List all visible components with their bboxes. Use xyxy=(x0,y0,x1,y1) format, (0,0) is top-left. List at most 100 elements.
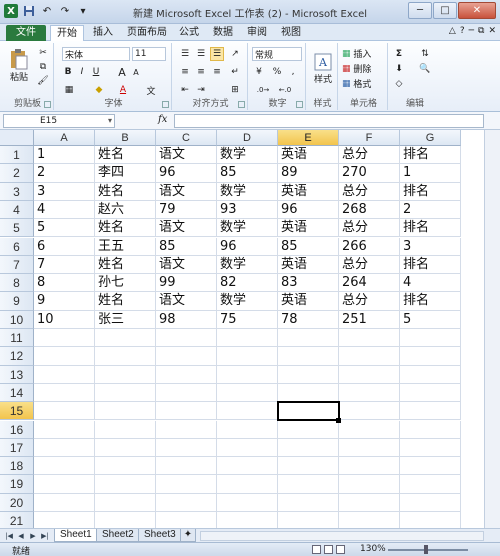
column-header[interactable]: C xyxy=(156,130,217,146)
cell[interactable]: 78 xyxy=(278,310,339,329)
cell[interactable] xyxy=(156,383,217,403)
cell[interactable]: 语文 xyxy=(156,219,217,238)
cell[interactable]: 270 xyxy=(339,164,400,183)
row-header[interactable]: 21 xyxy=(0,512,34,528)
cell[interactable] xyxy=(95,475,156,494)
cell[interactable] xyxy=(339,493,400,512)
cut-icon[interactable]: ✂ xyxy=(36,47,50,59)
cell[interactable] xyxy=(34,402,95,421)
fill-icon[interactable]: ⬇ xyxy=(392,62,406,75)
cell[interactable]: 总分 xyxy=(339,146,400,165)
cell[interactable] xyxy=(217,365,278,384)
row-header[interactable]: 3 xyxy=(0,182,34,201)
decrease-indent-icon[interactable]: ⇤ xyxy=(178,83,192,97)
cell[interactable] xyxy=(278,420,339,439)
first-sheet-icon[interactable]: |◀ xyxy=(4,531,14,541)
cell[interactable] xyxy=(400,383,461,403)
cell[interactable]: 姓名 xyxy=(95,182,156,201)
cell[interactable] xyxy=(156,438,217,458)
cell[interactable] xyxy=(95,438,156,458)
column-header[interactable]: A xyxy=(34,130,95,146)
horizontal-scrollbar[interactable] xyxy=(200,531,484,541)
cell[interactable] xyxy=(278,347,339,366)
column-header[interactable]: B xyxy=(95,130,156,146)
row-header[interactable]: 19 xyxy=(0,475,34,494)
cell[interactable] xyxy=(217,475,278,494)
tab-data[interactable]: 数据 xyxy=(208,25,238,41)
comma-button[interactable]: , xyxy=(286,65,300,79)
column-header[interactable]: D xyxy=(217,130,278,146)
row-header[interactable]: 20 xyxy=(0,493,34,512)
cell[interactable]: 姓名 xyxy=(95,255,156,275)
orientation-icon[interactable]: ↗ xyxy=(228,47,242,61)
cell[interactable]: 75 xyxy=(217,310,278,329)
zoom-level[interactable]: 130% xyxy=(360,544,386,554)
cell[interactable]: 82 xyxy=(217,274,278,293)
cell[interactable]: 10 xyxy=(34,310,95,329)
cell[interactable] xyxy=(278,457,339,476)
row-header[interactable]: 14 xyxy=(0,383,34,403)
cell[interactable]: 英语 xyxy=(278,182,339,201)
cell[interactable] xyxy=(400,512,461,528)
minimize-button[interactable]: ─ xyxy=(408,2,432,19)
cell[interactable]: 张三 xyxy=(95,310,156,329)
cell[interactable]: 英语 xyxy=(278,292,339,311)
autosum-button[interactable]: Σ xyxy=(392,47,406,60)
cell[interactable] xyxy=(400,475,461,494)
row-header[interactable]: 18 xyxy=(0,457,34,476)
minimize-ribbon-icon[interactable]: △ xyxy=(449,26,456,36)
cell[interactable]: 251 xyxy=(339,310,400,329)
cell[interactable]: 姓名 xyxy=(95,292,156,311)
cell[interactable] xyxy=(339,347,400,366)
cell[interactable]: 266 xyxy=(339,237,400,256)
cell[interactable]: 语文 xyxy=(156,146,217,165)
cell[interactable]: 96 xyxy=(156,164,217,183)
cell[interactable]: 数学 xyxy=(217,182,278,201)
insert-function-button[interactable]: fx xyxy=(158,114,167,125)
cell[interactable] xyxy=(34,475,95,494)
page-break-view-icon[interactable] xyxy=(336,545,345,554)
cell[interactable]: 3 xyxy=(400,237,461,256)
column-header[interactable]: F xyxy=(339,130,400,146)
tab-formulas[interactable]: 公式 xyxy=(174,25,204,41)
row-header[interactable]: 12 xyxy=(0,347,34,366)
align-top-icon[interactable]: ☰ xyxy=(178,47,192,61)
cell[interactable]: 英语 xyxy=(278,146,339,165)
cell[interactable]: 2 xyxy=(34,164,95,183)
format-cells-button[interactable]: ▦ 格式 xyxy=(342,77,386,91)
cell[interactable] xyxy=(217,512,278,528)
cell[interactable] xyxy=(400,347,461,366)
tab-insert[interactable]: 插入 xyxy=(88,25,118,41)
cell[interactable]: 王五 xyxy=(95,237,156,256)
workbook-minimize-icon[interactable]: ─ xyxy=(469,26,474,36)
cell[interactable]: 1 xyxy=(400,164,461,183)
cell[interactable]: 4 xyxy=(400,274,461,293)
cell[interactable] xyxy=(34,512,95,528)
cell[interactable]: 英语 xyxy=(278,255,339,275)
fill-handle[interactable] xyxy=(336,417,341,423)
prev-sheet-icon[interactable]: ◀ xyxy=(16,531,26,541)
cell[interactable]: 85 xyxy=(278,237,339,256)
cell[interactable] xyxy=(34,329,95,348)
grow-font-button[interactable]: A xyxy=(116,65,128,79)
italic-button[interactable]: I xyxy=(76,65,88,79)
cell[interactable]: 姓名 xyxy=(95,219,156,238)
copy-icon[interactable]: ⧉ xyxy=(36,61,50,73)
clear-icon[interactable]: ◇ xyxy=(392,77,406,90)
row-header[interactable]: 5 xyxy=(0,219,34,238)
font-family-select[interactable]: 宋体 xyxy=(62,47,130,61)
align-left-icon[interactable]: ≡ xyxy=(178,65,192,79)
cell[interactable] xyxy=(339,512,400,528)
cell[interactable] xyxy=(34,438,95,458)
cell[interactable]: 数学 xyxy=(217,292,278,311)
row-header[interactable]: 13 xyxy=(0,365,34,384)
cell[interactable] xyxy=(278,383,339,403)
cell[interactable] xyxy=(400,493,461,512)
cell[interactable] xyxy=(95,420,156,439)
cell[interactable] xyxy=(34,365,95,384)
cell[interactable]: 总分 xyxy=(339,182,400,201)
row-header[interactable]: 17 xyxy=(0,438,34,458)
cell[interactable] xyxy=(95,383,156,403)
cell[interactable] xyxy=(217,457,278,476)
cell[interactable]: 85 xyxy=(156,237,217,256)
